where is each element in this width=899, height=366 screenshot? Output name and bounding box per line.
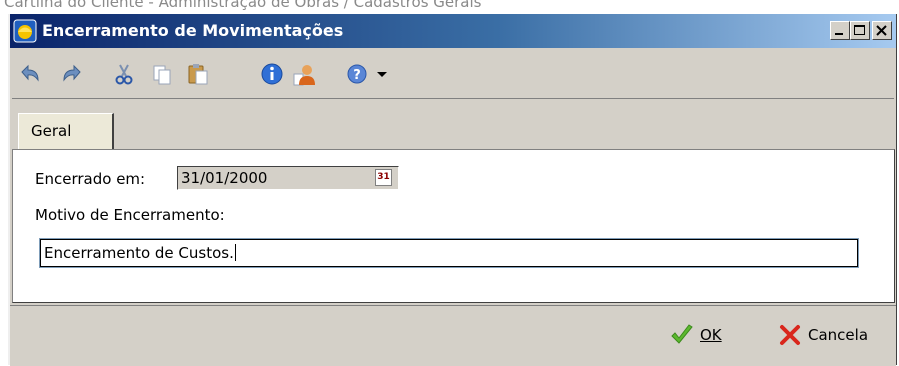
redo-icon[interactable] bbox=[60, 62, 84, 86]
minimize-icon bbox=[835, 33, 843, 35]
ok-button[interactable]: OK bbox=[670, 320, 722, 350]
dialog-window: Encerramento de Movimentações ? Geral En… bbox=[8, 14, 897, 366]
closed-on-label: Encerrado em: bbox=[35, 170, 146, 188]
reason-value: Encerramento de Custos. bbox=[44, 244, 236, 262]
paste-icon[interactable] bbox=[186, 62, 210, 86]
tab-geral-label: Geral bbox=[31, 122, 72, 140]
close-button[interactable] bbox=[872, 21, 892, 40]
text-caret bbox=[234, 244, 236, 261]
title-bar[interactable]: Encerramento de Movimentações bbox=[10, 14, 896, 48]
close-icon bbox=[876, 25, 887, 36]
app-icon bbox=[13, 19, 37, 43]
cancel-label: Cancela bbox=[808, 326, 869, 344]
closed-on-value: 31/01/2000 bbox=[181, 169, 268, 187]
tab-geral[interactable]: Geral bbox=[18, 113, 114, 149]
button-bar: OK Cancela bbox=[10, 305, 896, 366]
tab-area: Geral Encerrado em: 31/01/2000 31 Motivo… bbox=[12, 98, 895, 305]
background-caption: Cartilha do Cliente - Administração de O… bbox=[4, 0, 482, 11]
window-title: Encerramento de Movimentações bbox=[42, 21, 344, 40]
minimize-button[interactable] bbox=[830, 21, 850, 40]
cut-icon[interactable] bbox=[112, 62, 136, 86]
user-icon[interactable] bbox=[292, 62, 316, 86]
copy-icon[interactable] bbox=[150, 62, 174, 86]
cancel-x-icon bbox=[780, 325, 800, 345]
ok-label: OK bbox=[700, 326, 722, 344]
maximize-icon bbox=[854, 25, 865, 35]
cancel-button[interactable]: Cancela bbox=[778, 320, 868, 350]
calendar-icon[interactable]: 31 bbox=[375, 169, 392, 186]
svg-text:?: ? bbox=[353, 68, 361, 83]
toolbar: ? bbox=[10, 52, 896, 96]
maximize-button[interactable] bbox=[850, 21, 870, 40]
reason-label: Motivo de Encerramento: bbox=[35, 206, 225, 224]
reason-input[interactable]: Encerramento de Custos. bbox=[39, 238, 859, 268]
dropdown-arrow-icon[interactable] bbox=[370, 62, 394, 86]
check-icon bbox=[671, 324, 693, 344]
undo-icon[interactable] bbox=[18, 62, 42, 86]
geral-panel: Encerrado em: 31/01/2000 31 Motivo de En… bbox=[12, 149, 895, 303]
info-icon[interactable] bbox=[260, 62, 284, 86]
closed-on-field[interactable]: 31/01/2000 31 bbox=[177, 166, 399, 190]
help-icon[interactable]: ? bbox=[345, 62, 369, 86]
